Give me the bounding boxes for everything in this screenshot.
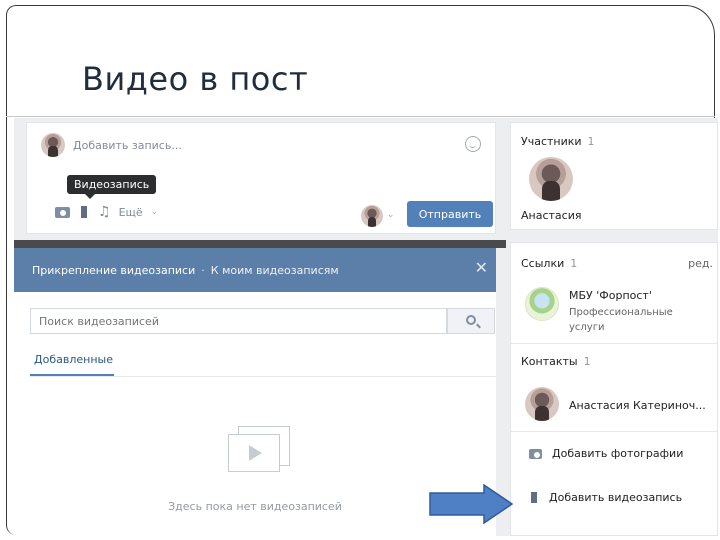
tab-added[interactable]: Добавленные — [34, 353, 113, 374]
video-icon[interactable] — [78, 206, 90, 218]
empty-video-icon — [228, 426, 292, 472]
attach-video-modal: Прикрепление видеозаписи · К моим видеоз… — [14, 248, 496, 536]
search-button[interactable] — [447, 308, 495, 334]
edit-links-link[interactable]: ред. — [688, 257, 713, 270]
empty-state-text: Здесь пока нет видеозаписей — [168, 500, 342, 513]
links-title[interactable]: Ссылки 1 — [521, 257, 577, 270]
more-button[interactable]: Ещё — [119, 206, 143, 219]
overlay-backdrop — [14, 240, 506, 248]
tabs-divider — [30, 376, 496, 377]
divider — [511, 431, 717, 432]
contact-avatar[interactable] — [525, 387, 559, 421]
divider — [511, 343, 717, 344]
pointer-arrow-icon — [429, 484, 514, 524]
slide-title: Видео в пост — [82, 60, 309, 98]
add-video-button[interactable]: Добавить видеозапись — [529, 491, 682, 504]
screenshot-area: Добавить запись... Видеозапись ♫ Ещё ⌄ ⌄… — [14, 118, 718, 536]
link-avatar[interactable] — [525, 287, 559, 321]
contacts-count: 1 — [583, 355, 591, 368]
music-icon[interactable]: ♫ — [98, 205, 111, 219]
members-title[interactable]: Участники 1 — [521, 135, 595, 148]
user-avatar — [41, 133, 65, 157]
links-count: 1 — [570, 257, 578, 270]
video-tooltip: Видеозапись — [67, 175, 157, 199]
contact-name[interactable]: Анастасия Катериноч... — [569, 399, 706, 412]
attach-toolbar: ♫ Ещё ⌄ — [55, 205, 158, 219]
author-avatar[interactable] — [361, 205, 383, 227]
link-description: Профессиональные услуги — [569, 307, 673, 333]
add-photos-button[interactable]: Добавить фотографии — [529, 447, 683, 460]
camera-icon[interactable] — [55, 206, 70, 218]
title-divider — [6, 116, 715, 117]
member-name[interactable]: Анастасия — [521, 209, 581, 222]
chevron-down-icon: ⌄ — [387, 210, 395, 220]
modal-header: Прикрепление видеозаписи · К моим видеоз… — [14, 248, 496, 292]
video-search-input[interactable] — [30, 308, 447, 334]
post-input[interactable]: Добавить запись... — [73, 139, 182, 152]
members-count: 1 — [587, 135, 595, 148]
close-icon[interactable]: ✕ — [475, 260, 488, 276]
contacts-title[interactable]: Контакты 1 — [521, 355, 591, 368]
chevron-down-icon: ⌄ — [150, 207, 159, 217]
camera-icon — [529, 448, 542, 459]
emoji-icon[interactable] — [465, 136, 481, 152]
modal-title: Прикрепление видеозаписи — [32, 263, 196, 277]
search-icon — [466, 315, 476, 325]
link-name[interactable]: МБУ 'Форпост' — [569, 289, 652, 302]
send-button[interactable]: Отправить — [407, 201, 493, 227]
members-panel: Участники 1 Анастасия — [510, 122, 718, 230]
active-tab-indicator — [30, 374, 114, 376]
member-avatar[interactable] — [529, 157, 573, 201]
links-panel: Ссылки 1 ред. МБУ 'Форпост' Профессиональ… — [510, 242, 718, 536]
breadcrumb-separator: · — [201, 263, 205, 277]
my-videos-link[interactable]: К моим видеозаписям — [211, 264, 339, 277]
post-composer: Добавить запись... Видеозапись ♫ Ещё ⌄ ⌄… — [26, 122, 496, 234]
video-icon — [529, 492, 539, 503]
right-sidebar: Участники 1 Анастасия Ссылки 1 ред. МБУ 'Ф… — [510, 118, 718, 536]
